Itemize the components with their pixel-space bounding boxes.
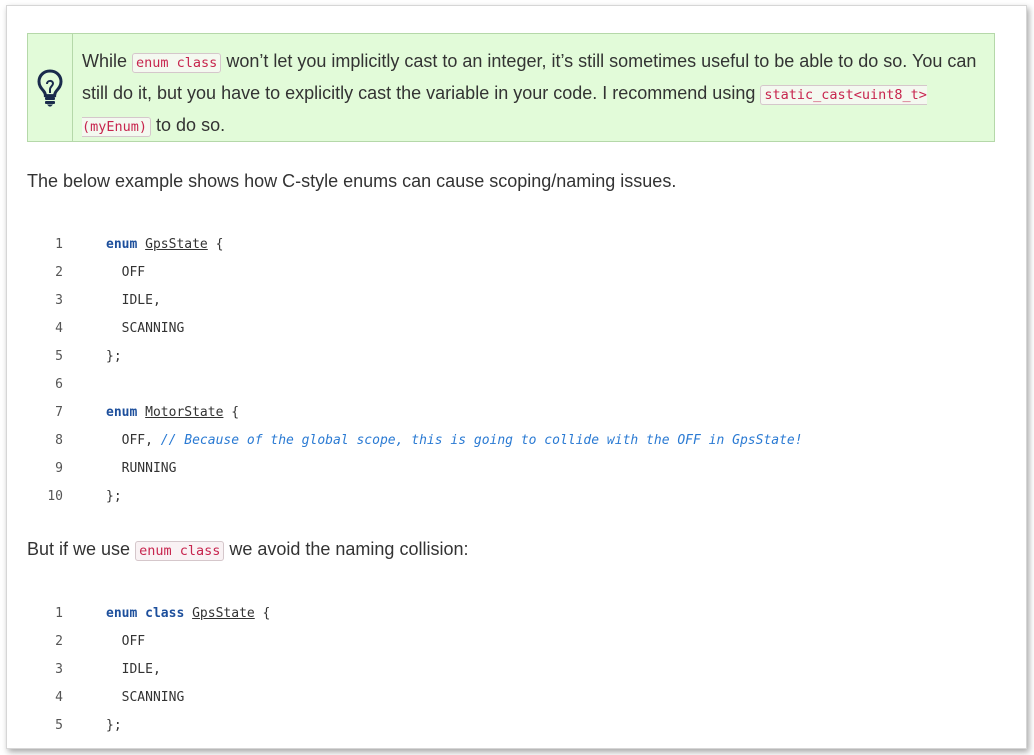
line-number: 6 [55,377,63,392]
tip-text-3: to do so. [151,115,226,135]
line-number: 7 [55,405,63,420]
line-number: 10 [47,489,63,504]
line-number: 2 [55,265,63,280]
code-source: IDLE, [106,656,161,684]
code-source: SCANNING [106,315,185,343]
code-source: }; [106,712,122,740]
line-number: 1 [55,237,63,252]
code-text: }; [106,718,122,733]
code-source: enum MotorState { [106,405,240,420]
code-source: }; [106,343,122,371]
code-text: RUNNING [106,461,177,476]
code-source: RUNNING [106,455,177,483]
line-number: 3 [55,662,63,677]
article-content: While enum class won’t let you implicitl… [27,33,995,733]
tip-box: While enum class won’t let you implicitl… [27,33,995,142]
code-line: 10}; [27,483,995,511]
code-text: IDLE, [106,662,161,677]
paragraph-enum-class-text-1: But if we use [27,539,136,559]
code-line: 7 enum MotorState { [27,399,995,427]
code-text: OFF [106,634,146,649]
code-line: 3 IDLE, [27,287,995,315]
keyword: enum [106,606,138,621]
inline-code-enum-class-2: enum class [135,541,225,561]
type-name: GpsState [145,237,208,252]
code-line: 1 enum GpsState { [27,231,995,259]
code-line: 3 IDLE, [27,656,995,684]
code-text: SCANNING [106,321,185,336]
inline-code-enum-class: enum class [132,53,222,73]
code-source: enum class GpsState { [106,606,271,621]
type-name: GpsState [192,606,255,621]
code-source: SCANNING [106,684,185,712]
lightbulb-icon [37,68,63,106]
line-number: 5 [55,349,63,364]
line-number: 4 [55,321,63,336]
code-text: IDLE, [106,293,161,308]
code-source: OFF, // Because of the global scope, thi… [106,427,803,455]
code-line: 5}; [27,343,995,371]
line-number: 2 [55,634,63,649]
code-text: OFF [106,265,146,280]
page-frame: While enum class won’t let you implicitl… [6,5,1027,749]
code-line: 9 RUNNING [27,455,995,483]
keyword: enum [106,405,138,420]
code-source: }; [106,483,122,511]
line-number: 9 [55,461,63,476]
paragraph-enum-class: But if we use enum class we avoid the na… [27,537,468,563]
code-comment: // Because of the global scope, this is … [160,433,803,448]
code-line: 5}; [27,712,995,740]
paragraph-enum-class-text-2: we avoid the naming collision: [224,539,469,559]
code-text: }; [106,349,122,364]
line-number: 4 [55,690,63,705]
type-name: MotorState [145,405,224,420]
code-text: OFF, [106,433,161,448]
code-line: 1 enum class GpsState { [27,600,995,628]
line-number: 3 [55,293,63,308]
code-source: IDLE, [106,287,161,315]
code-source: enum GpsState { [106,237,224,252]
code-source: OFF [106,259,146,287]
line-number: 8 [55,433,63,448]
tip-text-1: While [82,51,128,71]
code-line: 4 SCANNING [27,315,995,343]
tip-text: While enum class won’t let you implicitl… [82,46,984,142]
paragraph-intro: The below example shows how C-style enum… [27,171,677,191]
tip-icon-cell [28,34,73,141]
code-line: 2 OFF [27,628,995,656]
code-source: OFF [106,628,146,656]
code-text: }; [106,489,122,504]
code-line: 8 OFF, // Because of the global scope, t… [27,427,995,455]
line-number: 1 [55,606,63,621]
code-block-enum-class: 1 enum class GpsState {2 OFF 3 IDLE, 4 SCAN… [27,600,995,740]
code-line: 4 SCANNING [27,684,995,712]
line-number: 5 [55,718,63,733]
code-block-c-style-enums: 1 enum GpsState {2 OFF 3 IDLE, 4 SCANNING 5}… [27,231,995,511]
code-line: 6 [27,371,995,399]
code-text: SCANNING [106,690,185,705]
keyword: class [145,606,185,621]
code-line: 2 OFF [27,259,995,287]
keyword: enum [106,237,138,252]
